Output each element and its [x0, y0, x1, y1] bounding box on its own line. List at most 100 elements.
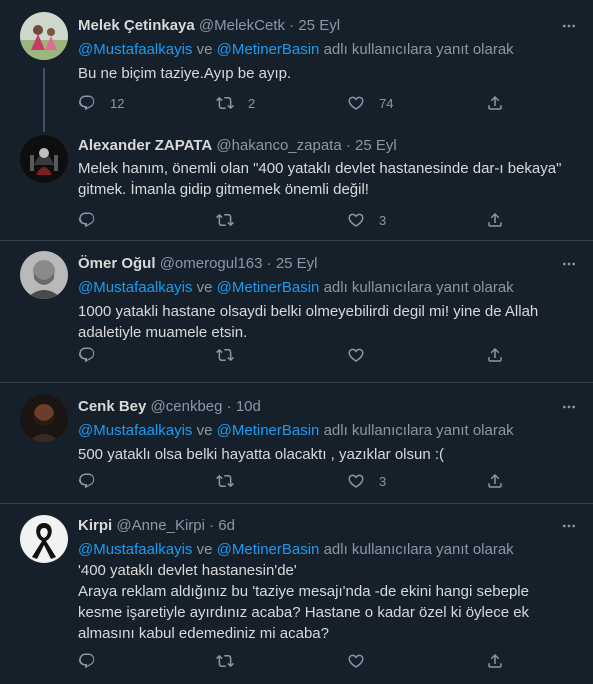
tweet-header: Melek Çetinkaya @MelekCetk · 25 Eyl — [78, 16, 577, 36]
retweet-count: 2 — [248, 95, 256, 111]
heart-icon — [347, 211, 365, 229]
like-button[interactable]: 74 — [347, 93, 393, 113]
tweet-actions — [78, 345, 508, 365]
tweet-text: 1000 yatakli hastane olsaydi belki olmey… — [78, 303, 539, 341]
reply-count: 12 — [110, 95, 125, 111]
timestamp[interactable]: 6d — [218, 517, 235, 534]
like-count: 3 — [379, 473, 387, 489]
tweet-text: Melek hanım, önemli olan "400 yataklı de… — [78, 160, 562, 198]
thread-line — [43, 68, 45, 132]
tweet-text: Bu ne biçim taziye.Ayıp be ayıp. — [78, 65, 292, 82]
avatar[interactable] — [20, 515, 68, 563]
tweet-5[interactable]: Kirpi @Anne_Kirpi · 6d @Mustafaalkayis v… — [0, 504, 593, 684]
author-handle[interactable]: @MelekCetk — [199, 17, 285, 34]
tweet-actions: 12 2 74 — [78, 93, 508, 113]
timestamp[interactable]: 25 Eyl — [355, 137, 397, 154]
tweet-2[interactable]: Alexander ZAPATA @hakanco_zapata · 25 Ey… — [0, 133, 593, 238]
mention-link[interactable]: @Mustafaalkayis — [78, 279, 192, 296]
author-handle[interactable]: @hakanco_zapata — [216, 137, 341, 154]
mention-link[interactable]: @MetinerBasin — [217, 41, 320, 58]
retweet-icon — [216, 346, 234, 364]
reply-icon — [78, 652, 96, 670]
heart-icon — [347, 94, 365, 112]
reply-icon — [78, 472, 96, 490]
tweet-text: 500 yataklı olsa belki hayatta olacaktı … — [78, 446, 445, 463]
tweet-4[interactable]: Cenk Bey @cenkbeg · 10d @Mustafaalkayis … — [0, 383, 593, 503]
reply-button[interactable] — [78, 471, 110, 491]
replying-to: @Mustafaalkayis ve @MetinerBasin adlı ku… — [78, 39, 577, 60]
mention-link[interactable]: @Mustafaalkayis — [78, 41, 192, 58]
author-handle[interactable]: @cenkbeg — [151, 398, 223, 415]
mention-link[interactable]: @Mustafaalkayis — [78, 541, 192, 558]
replying-to-join: ve — [192, 279, 217, 296]
like-button[interactable]: 3 — [347, 210, 386, 230]
dot-separator: · — [289, 17, 295, 34]
author-name[interactable]: Alexander ZAPATA — [78, 137, 212, 154]
share-icon — [486, 472, 504, 490]
retweet-button[interactable] — [216, 651, 248, 671]
dot-separator: · — [209, 517, 215, 534]
more-options-icon[interactable] — [561, 399, 577, 415]
like-button[interactable] — [347, 345, 379, 365]
tweet-header: Cenk Bey @cenkbeg · 10d — [78, 397, 577, 417]
replying-to-join: ve — [192, 422, 217, 439]
mention-link[interactable]: @MetinerBasin — [217, 279, 320, 296]
avatar[interactable] — [20, 135, 68, 183]
author-name[interactable]: Melek Çetinkaya — [78, 17, 195, 34]
author-handle[interactable]: @omerogul163 — [160, 255, 263, 272]
tweet-3[interactable]: Ömer Oğul @omerogul163 · 25 Eyl @Mustafa… — [0, 241, 593, 381]
reply-button[interactable]: 12 — [78, 93, 124, 113]
share-button[interactable] — [486, 210, 504, 230]
heart-icon — [347, 346, 365, 364]
mention-link[interactable]: @MetinerBasin — [217, 422, 320, 439]
share-icon — [486, 94, 504, 112]
more-options-icon[interactable] — [561, 256, 577, 272]
more-options-icon[interactable] — [561, 18, 577, 34]
tweet-actions: 3 — [78, 210, 508, 230]
author-handle[interactable]: @Anne_Kirpi — [116, 517, 205, 534]
heart-icon — [347, 652, 365, 670]
retweet-button[interactable] — [216, 210, 248, 230]
author-name[interactable]: Kirpi — [78, 517, 112, 534]
reply-icon — [78, 346, 96, 364]
reply-button[interactable] — [78, 345, 110, 365]
mention-link[interactable]: @MetinerBasin — [217, 541, 320, 558]
retweet-button[interactable] — [216, 471, 248, 491]
retweet-icon — [216, 652, 234, 670]
retweet-button[interactable] — [216, 345, 248, 365]
timestamp[interactable]: 10d — [236, 398, 261, 415]
tweet-header: Kirpi @Anne_Kirpi · 6d — [78, 516, 577, 536]
replying-to-suffix: adlı kullanıcılara yanıt olarak — [319, 422, 514, 439]
reply-icon — [78, 94, 96, 112]
more-options-icon[interactable] — [561, 518, 577, 534]
reply-button[interactable] — [78, 210, 110, 230]
tweet-actions: 3 — [78, 471, 508, 491]
dot-separator: · — [226, 398, 232, 415]
replying-to: @Mustafaalkayis ve @MetinerBasin adlı ku… — [78, 277, 577, 298]
replying-to-join: ve — [192, 41, 217, 58]
replying-to-join: ve — [192, 541, 217, 558]
reply-button[interactable] — [78, 651, 110, 671]
author-name[interactable]: Cenk Bey — [78, 398, 146, 415]
like-button[interactable] — [347, 651, 379, 671]
author-name[interactable]: Ömer Oğul — [78, 255, 156, 272]
replying-to: @Mustafaalkayis ve @MetinerBasin adlı ku… — [78, 539, 577, 560]
share-button[interactable] — [486, 471, 504, 491]
retweet-button[interactable]: 2 — [216, 93, 255, 113]
share-button[interactable] — [486, 651, 504, 671]
retweet-icon — [216, 211, 234, 229]
avatar[interactable] — [20, 394, 68, 442]
share-button[interactable] — [486, 93, 504, 113]
dot-separator: · — [266, 255, 272, 272]
timestamp[interactable]: 25 Eyl — [298, 17, 340, 34]
share-icon — [486, 346, 504, 364]
mention-link[interactable]: @Mustafaalkayis — [78, 422, 192, 439]
avatar[interactable] — [20, 251, 68, 299]
timestamp[interactable]: 25 Eyl — [276, 255, 318, 272]
tweet-text: Araya reklam aldığınız bu 'taziye mesajı… — [78, 583, 530, 642]
share-button[interactable] — [486, 345, 504, 365]
avatar[interactable] — [20, 12, 68, 60]
tweet-header: Ömer Oğul @omerogul163 · 25 Eyl — [78, 254, 577, 274]
tweet-header: Alexander ZAPATA @hakanco_zapata · 25 Ey… — [78, 136, 577, 156]
like-button[interactable]: 3 — [347, 471, 386, 491]
